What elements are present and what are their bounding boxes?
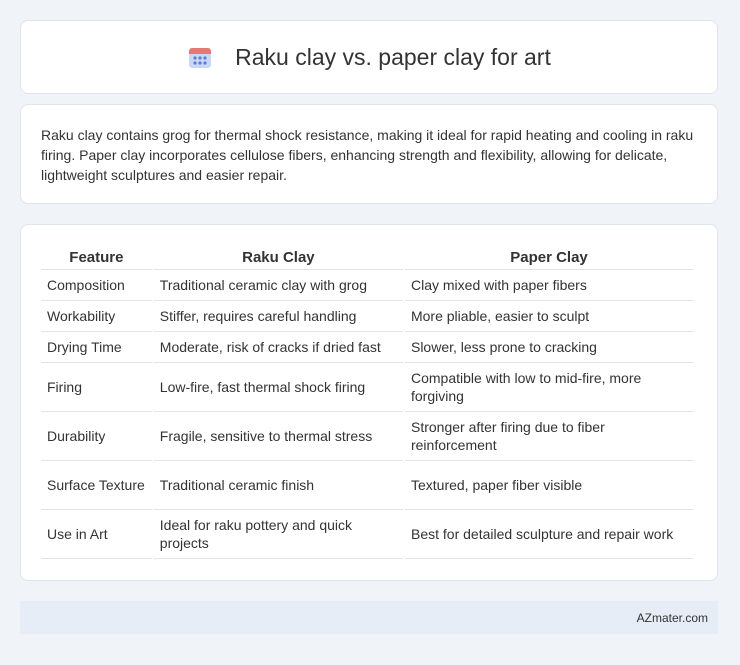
feature-cell: Firing [41, 363, 152, 412]
comparison-table: Feature Raku Clay Paper Clay Composition… [39, 245, 695, 559]
raku-cell: Stiffer, requires careful handling [153, 301, 403, 332]
table-row: Use in Art Ideal for raku pottery and qu… [41, 510, 693, 559]
calendar-icon [187, 44, 213, 70]
footer-source: AZmater.com [636, 610, 708, 625]
table-row: Firing Low-fire, fast thermal shock firi… [41, 363, 693, 412]
feature-cell: Drying Time [41, 332, 152, 363]
raku-cell: Traditional ceramic finish [153, 461, 403, 510]
header-paper-clay: Paper Clay [404, 245, 693, 270]
title-card: Raku clay vs. paper clay for art [20, 20, 718, 94]
table-row: Composition Traditional ceramic clay wit… [41, 270, 693, 301]
paper-cell: Best for detailed sculpture and repair w… [404, 510, 693, 559]
table-row: Surface Texture Traditional ceramic fini… [41, 461, 693, 510]
table-row: Durability Fragile, sensitive to thermal… [41, 412, 693, 461]
footer-bar: AZmater.com [20, 601, 718, 634]
table-header-row: Feature Raku Clay Paper Clay [41, 245, 693, 270]
paper-cell: Textured, paper fiber visible [404, 461, 693, 510]
paper-cell: Clay mixed with paper fibers [404, 270, 693, 301]
raku-cell: Ideal for raku pottery and quick project… [153, 510, 403, 559]
paper-cell: Slower, less prone to cracking [404, 332, 693, 363]
raku-cell: Fragile, sensitive to thermal stress [153, 412, 403, 461]
feature-cell: Workability [41, 301, 152, 332]
feature-cell: Composition [41, 270, 152, 301]
feature-cell: Durability [41, 412, 152, 461]
paper-cell: Compatible with low to mid-fire, more fo… [404, 363, 693, 412]
table-row: Drying Time Moderate, risk of cracks if … [41, 332, 693, 363]
feature-cell: Use in Art [41, 510, 152, 559]
feature-cell: Surface Texture [41, 461, 152, 510]
raku-cell: Moderate, risk of cracks if dried fast [153, 332, 403, 363]
raku-cell: Traditional ceramic clay with grog [153, 270, 403, 301]
table-row: Workability Stiffer, requires careful ha… [41, 301, 693, 332]
paper-cell: More pliable, easier to sculpt [404, 301, 693, 332]
intro-paragraph: Raku clay contains grog for thermal shoc… [41, 127, 694, 183]
page-title: Raku clay vs. paper clay for art [235, 43, 551, 70]
paper-cell: Stronger after firing due to fiber reinf… [404, 412, 693, 461]
header-raku-clay: Raku Clay [153, 245, 403, 270]
header-feature: Feature [41, 245, 152, 270]
comparison-card: Feature Raku Clay Paper Clay Composition… [20, 224, 718, 581]
raku-cell: Low-fire, fast thermal shock firing [153, 363, 403, 412]
intro-card: Raku clay contains grog for thermal shoc… [20, 104, 718, 204]
